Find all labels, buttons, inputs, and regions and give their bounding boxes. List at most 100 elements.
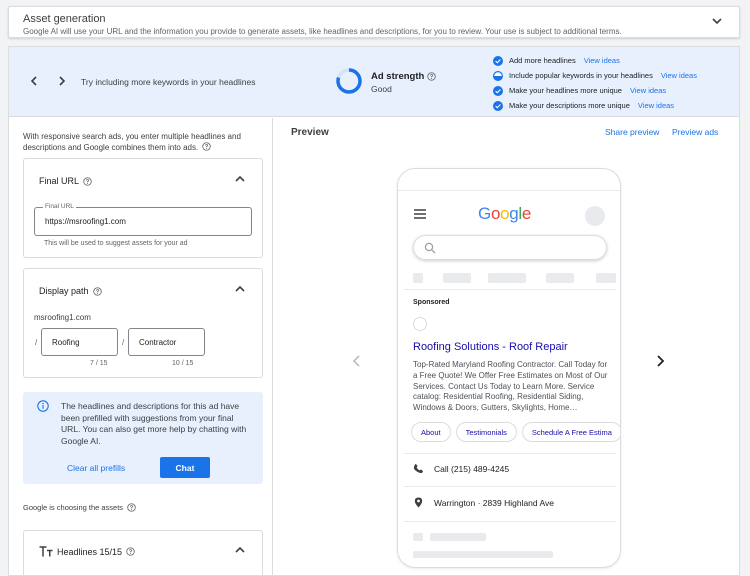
sitelink-chips: About Testimonials Schedule A Free Estim… — [411, 422, 620, 442]
path2-counter: 10 / 15 — [172, 360, 194, 367]
chevron-left-icon[interactable] — [27, 74, 41, 88]
preview-ads-link[interactable]: Preview ads — [672, 127, 718, 137]
carousel-next-icon[interactable] — [653, 354, 667, 368]
phone-preview: Google Sponsored Roofing Solutions - Roo… — [397, 168, 621, 568]
skeleton-tab — [546, 273, 574, 283]
ad-strength-ring-icon — [336, 68, 362, 94]
prefill-info-text: The headlines and descriptions for this … — [61, 401, 247, 446]
view-ideas-link[interactable]: View ideas — [584, 56, 620, 65]
location-extension[interactable]: Warrington · 2839 Highland Ave — [413, 497, 554, 508]
help-icon[interactable] — [127, 503, 136, 512]
help-icon[interactable] — [202, 142, 212, 151]
help-icon[interactable] — [92, 286, 102, 296]
ad-inputs-column: With responsive search ads, you enter mu… — [9, 118, 273, 575]
chat-button[interactable]: Chat — [160, 457, 210, 478]
rsa-intro: With responsive search ads, you enter mu… — [23, 131, 253, 153]
asset-generation-title: Asset generation — [23, 13, 106, 25]
ad-strength-bar: Try including more keywords in your head… — [9, 47, 739, 117]
skeleton-tab — [443, 273, 471, 283]
preview-title: Preview — [291, 127, 329, 138]
asset-generation-panel[interactable]: Asset generation Google AI will use your… — [8, 6, 740, 38]
chevron-up-icon[interactable] — [234, 283, 246, 295]
chevron-up-icon[interactable] — [234, 544, 246, 556]
headlines-card: Headlines 15/15 — [23, 530, 263, 575]
suggestion-text: Include popular keywords in your headlin… — [509, 71, 653, 80]
path-separator: / — [35, 338, 38, 347]
display-path-card: Display path msroofing1.com / Roofing 7 … — [23, 268, 263, 378]
check-circle-icon — [493, 100, 503, 111]
path-separator: / — [122, 338, 125, 347]
asset-generation-description: Google AI will use your URL and the info… — [23, 27, 622, 36]
help-icon[interactable] — [83, 176, 92, 186]
view-ideas-link[interactable]: View ideas — [661, 71, 697, 80]
final-url-input[interactable]: Final URL https://msroofing1.com — [34, 203, 252, 236]
strength-tip: Try including more keywords in your head… — [81, 77, 256, 87]
skeleton-tab — [596, 273, 616, 283]
prefill-info-box: The headlines and descriptions for this … — [23, 392, 263, 484]
location-pin-icon — [414, 497, 423, 508]
suggestion-list: Add more headlines View ideas Include po… — [493, 53, 697, 113]
headlines-title-text: Headlines 15/15 — [57, 546, 123, 557]
divider — [404, 289, 616, 290]
final-url-title: Final URL — [39, 176, 92, 186]
view-ideas-link[interactable]: View ideas — [638, 101, 674, 110]
favicon — [413, 317, 427, 331]
phone-icon — [413, 463, 424, 474]
skeleton-tab — [413, 273, 423, 283]
sitelink-chip[interactable]: Schedule A Free Estima — [521, 422, 620, 442]
text-format-icon — [39, 546, 53, 557]
google-logo: Google — [478, 204, 531, 224]
headlines-title: Headlines 15/15 — [39, 546, 135, 557]
chevron-down-icon[interactable] — [711, 15, 723, 27]
sitelink-chip[interactable]: Testimonials — [455, 422, 517, 442]
display-path-title-text: Display path — [39, 286, 89, 296]
share-preview-link[interactable]: Share preview — [605, 127, 659, 137]
ad-strength-label-text: Ad strength — [371, 71, 425, 82]
final-url-value: https://msroofing1.com — [45, 217, 126, 226]
search-bar — [413, 235, 607, 260]
ad-strength-value: Good — [371, 84, 392, 94]
info-icon — [37, 400, 49, 412]
view-ideas-link[interactable]: View ideas — [630, 86, 666, 95]
divider — [404, 521, 616, 522]
clear-all-prefills-link[interactable]: Clear all prefills — [67, 463, 125, 473]
path2-input[interactable]: Contractor — [128, 328, 205, 356]
chevron-right-icon[interactable] — [55, 74, 69, 88]
skeleton-tab — [488, 273, 526, 283]
logo-letter: G — [478, 204, 491, 223]
final-url-helper: This will be used to suggest assets for … — [44, 240, 188, 247]
choosing-assets-note: Google is choosing the assets — [23, 503, 136, 512]
suggestion-item: Make your headlines more unique View ide… — [493, 83, 697, 98]
ad-editor: Try including more keywords in your head… — [8, 46, 740, 576]
phone-notch — [398, 169, 620, 191]
location-extension-text: Warrington · 2839 Highland Ave — [434, 497, 555, 508]
call-extension[interactable]: Call (215) 489-4245 — [413, 463, 509, 474]
final-url-card: Final URL Final URL https://msroofing1.c… — [23, 158, 263, 258]
display-path-domain: msroofing1.com — [34, 313, 91, 322]
suggestion-text: Add more headlines — [509, 56, 576, 65]
ad-headline[interactable]: Roofing Solutions - Roof Repair — [413, 341, 568, 353]
help-icon[interactable] — [427, 72, 436, 81]
logo-letter: e — [521, 204, 532, 223]
path1-counter: 7 / 15 — [90, 360, 108, 367]
divider — [404, 486, 616, 487]
chevron-up-icon[interactable] — [234, 173, 246, 185]
choosing-assets-text: Google is choosing the assets — [23, 503, 124, 512]
display-path-title: Display path — [39, 286, 102, 296]
suggestion-text: Make your headlines more unique — [509, 86, 622, 95]
help-icon[interactable] — [126, 547, 135, 556]
logo-letter: o — [500, 204, 510, 223]
final-url-field-label: Final URL — [43, 203, 76, 210]
divider — [404, 453, 616, 454]
avatar — [585, 206, 605, 226]
path1-input[interactable]: Roofing — [41, 328, 118, 356]
suggestion-item: Include popular keywords in your headlin… — [493, 68, 697, 83]
carousel-prev-icon[interactable] — [350, 354, 364, 368]
sitelink-chip[interactable]: About — [411, 422, 451, 442]
skeleton-line — [430, 533, 486, 541]
path2-value: Contractor — [139, 338, 177, 347]
logo-letter: o — [490, 204, 501, 223]
check-circle-icon — [493, 55, 503, 66]
suggestion-text: Make your descriptions more unique — [509, 101, 630, 110]
sponsored-label: Sponsored — [413, 299, 450, 306]
